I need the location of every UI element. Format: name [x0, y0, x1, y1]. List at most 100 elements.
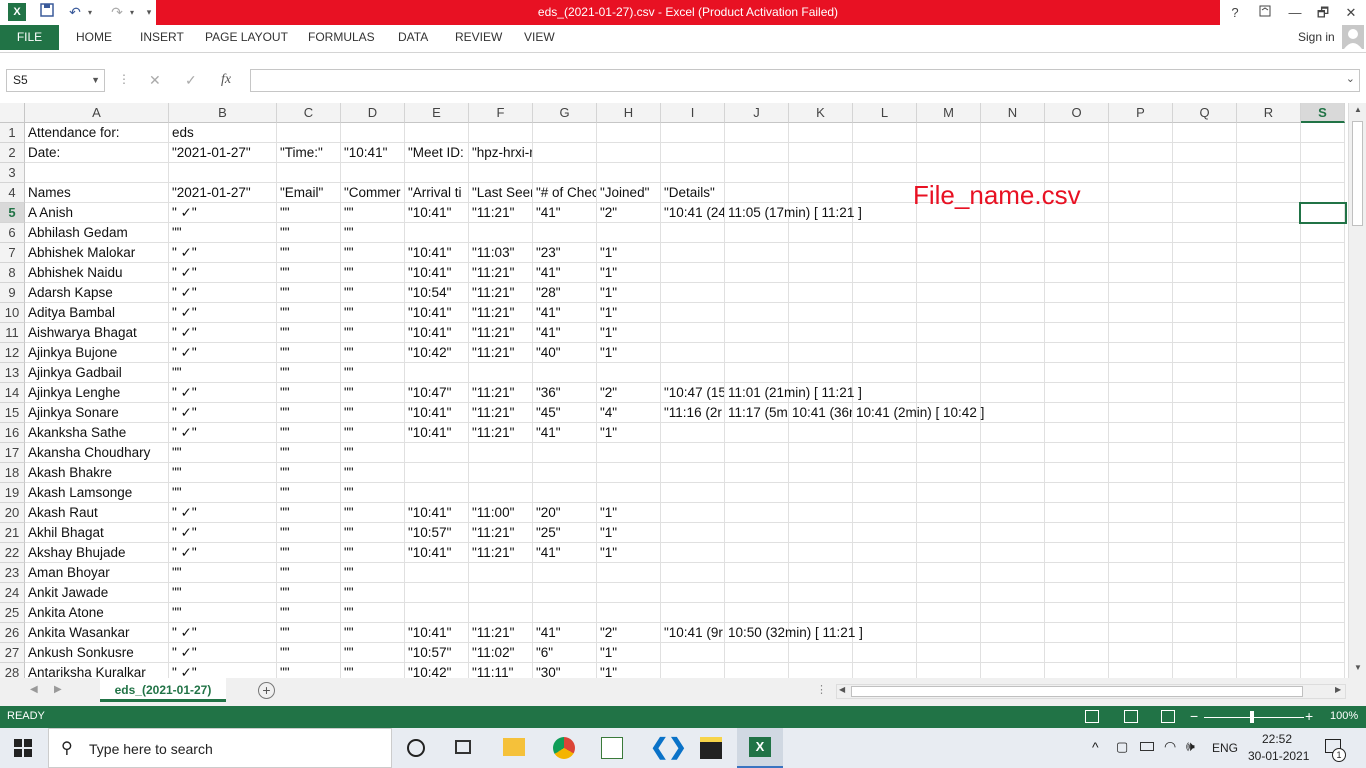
cell-d19[interactable]: "" [341, 483, 404, 503]
battery-icon[interactable] [1140, 742, 1154, 751]
cell-c11[interactable]: "" [277, 323, 340, 343]
horizontal-scrollbar[interactable]: ◀ ▶ [836, 684, 1346, 699]
cell-g11[interactable]: "41" [533, 323, 596, 343]
cell-b23[interactable]: "" [169, 563, 276, 583]
cell-f15[interactable]: "11:21" [469, 403, 532, 423]
cell-c16[interactable]: "" [277, 423, 340, 443]
cell-g10[interactable]: "41" [533, 303, 596, 323]
help-button[interactable]: ? [1220, 0, 1250, 25]
selected-cell-s5[interactable] [1299, 202, 1347, 224]
cell-g8[interactable]: "41" [533, 263, 596, 283]
cell-d18[interactable]: "" [341, 463, 404, 483]
redo-dropdown-icon[interactable]: ▾ [128, 3, 136, 22]
column-header-a[interactable]: A [25, 103, 169, 123]
excel-taskbar-icon[interactable]: X [737, 728, 783, 768]
scroll-right-icon[interactable]: ▶ [1335, 685, 1341, 694]
zoom-slider-thumb[interactable] [1250, 711, 1254, 723]
cell-e15[interactable]: "10:41" [405, 403, 468, 423]
cell-d21[interactable]: "" [341, 523, 404, 543]
cell-h21[interactable]: "1" [597, 523, 660, 543]
excel-logo-icon[interactable]: X [8, 3, 26, 21]
cell-c22[interactable]: "" [277, 543, 340, 563]
cell-d15[interactable]: "" [341, 403, 404, 423]
taskbar-search-box[interactable]: ⚲ Type here to search [48, 728, 392, 768]
cell-g4[interactable]: "# of Chec [533, 183, 596, 203]
column-header-i[interactable]: I [661, 103, 725, 123]
cell-b25[interactable]: "" [169, 603, 276, 623]
cell-c7[interactable]: "" [277, 243, 340, 263]
insert-function-icon[interactable]: fx [221, 72, 231, 88]
cell-f14[interactable]: "11:21" [469, 383, 532, 403]
cell-f26[interactable]: "11:21" [469, 623, 532, 643]
cell-g26[interactable]: "41" [533, 623, 596, 643]
file-explorer-icon[interactable] [503, 738, 525, 756]
row-header[interactable]: 8 [0, 263, 25, 283]
cell-d16[interactable]: "" [341, 423, 404, 443]
cell-d22[interactable]: "" [341, 543, 404, 563]
row-header[interactable]: 1 [0, 123, 25, 143]
page-layout-view-icon[interactable] [1124, 710, 1138, 723]
row-header[interactable]: 24 [0, 583, 25, 603]
cell-e11[interactable]: "10:41" [405, 323, 468, 343]
tab-splitter-icon[interactable]: ⋮ [816, 683, 827, 696]
close-button[interactable]: ✕ [1336, 0, 1366, 25]
sign-in-link[interactable]: Sign in [1298, 25, 1335, 50]
undo-icon[interactable]: ↶ [66, 3, 84, 22]
cell-e12[interactable]: "10:42" [405, 343, 468, 363]
column-header-b[interactable]: B [169, 103, 277, 123]
cell-c23[interactable]: "" [277, 563, 340, 583]
cell-g7[interactable]: "23" [533, 243, 596, 263]
cell-b4[interactable]: "2021-01-27" [169, 183, 276, 203]
redo-icon[interactable]: ↷ [108, 3, 126, 22]
row-header[interactable]: 7 [0, 243, 25, 263]
select-all-corner[interactable] [0, 103, 25, 123]
cell-c9[interactable]: "" [277, 283, 340, 303]
cell-d24[interactable]: "" [341, 583, 404, 603]
cell-b21[interactable]: " ✓" [169, 523, 276, 543]
cell-b17[interactable]: "" [169, 443, 276, 463]
vscode-icon[interactable]: ❮❯ [650, 736, 687, 758]
row-header[interactable]: 16 [0, 423, 25, 443]
cell-b8[interactable]: " ✓" [169, 263, 276, 283]
row-header[interactable]: 2 [0, 143, 25, 163]
cell-j15[interactable]: 11:17 (5mi [725, 403, 788, 423]
cell-g15[interactable]: "45" [533, 403, 596, 423]
column-header-k[interactable]: K [789, 103, 853, 123]
paint-app-icon[interactable] [601, 737, 623, 759]
confirm-entry-icon[interactable]: ✓ [185, 72, 197, 89]
windows-start-icon[interactable] [14, 739, 32, 757]
cell-c24[interactable]: "" [277, 583, 340, 603]
cell-i26[interactable]: "10:41 (9r [661, 623, 724, 643]
column-header-r[interactable]: R [1237, 103, 1301, 123]
cell-c20[interactable]: "" [277, 503, 340, 523]
cell-b14[interactable]: " ✓" [169, 383, 276, 403]
cell-f5[interactable]: "11:21" [469, 203, 532, 223]
row-header[interactable]: 28 [0, 663, 25, 678]
row-header[interactable]: 4 [0, 183, 25, 203]
save-icon[interactable] [38, 3, 56, 22]
cell-h4[interactable]: "Joined" [597, 183, 660, 203]
cell-c18[interactable]: "" [277, 463, 340, 483]
cell-b27[interactable]: " ✓" [169, 643, 276, 663]
cell-f10[interactable]: "11:21" [469, 303, 532, 323]
language-indicator[interactable]: ENG [1212, 741, 1238, 755]
cell-g28[interactable]: "30" [533, 663, 596, 678]
cell-b11[interactable]: " ✓" [169, 323, 276, 343]
cell-c8[interactable]: "" [277, 263, 340, 283]
formula-input[interactable]: ⌄ [250, 69, 1360, 92]
row-header[interactable]: 10 [0, 303, 25, 323]
prev-sheet-icon[interactable]: ◀ [30, 684, 38, 695]
cell-c6[interactable]: "" [277, 223, 340, 243]
zoom-level[interactable]: 100% [1330, 710, 1358, 722]
cell-g22[interactable]: "41" [533, 543, 596, 563]
cell-b18[interactable]: "" [169, 463, 276, 483]
clock-time[interactable]: 22:52 [1262, 732, 1292, 746]
new-sheet-icon[interactable]: + [258, 682, 275, 699]
cell-g5[interactable]: "41" [533, 203, 596, 223]
cell-e14[interactable]: "10:47" [405, 383, 468, 403]
cell-f11[interactable]: "11:21" [469, 323, 532, 343]
cell-h9[interactable]: "1" [597, 283, 660, 303]
wifi-icon[interactable]: ◠ [1164, 738, 1176, 755]
cell-b19[interactable]: "" [169, 483, 276, 503]
row-header[interactable]: 6 [0, 223, 25, 243]
